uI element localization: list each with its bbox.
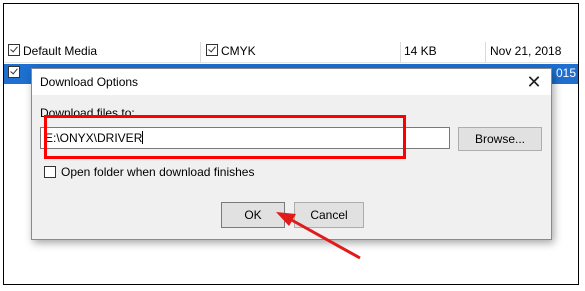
pointer-arrow-icon xyxy=(276,212,361,260)
screenshot-frame: Default Media CMYK 14 KB Nov 21, 2018 01… xyxy=(3,3,579,285)
